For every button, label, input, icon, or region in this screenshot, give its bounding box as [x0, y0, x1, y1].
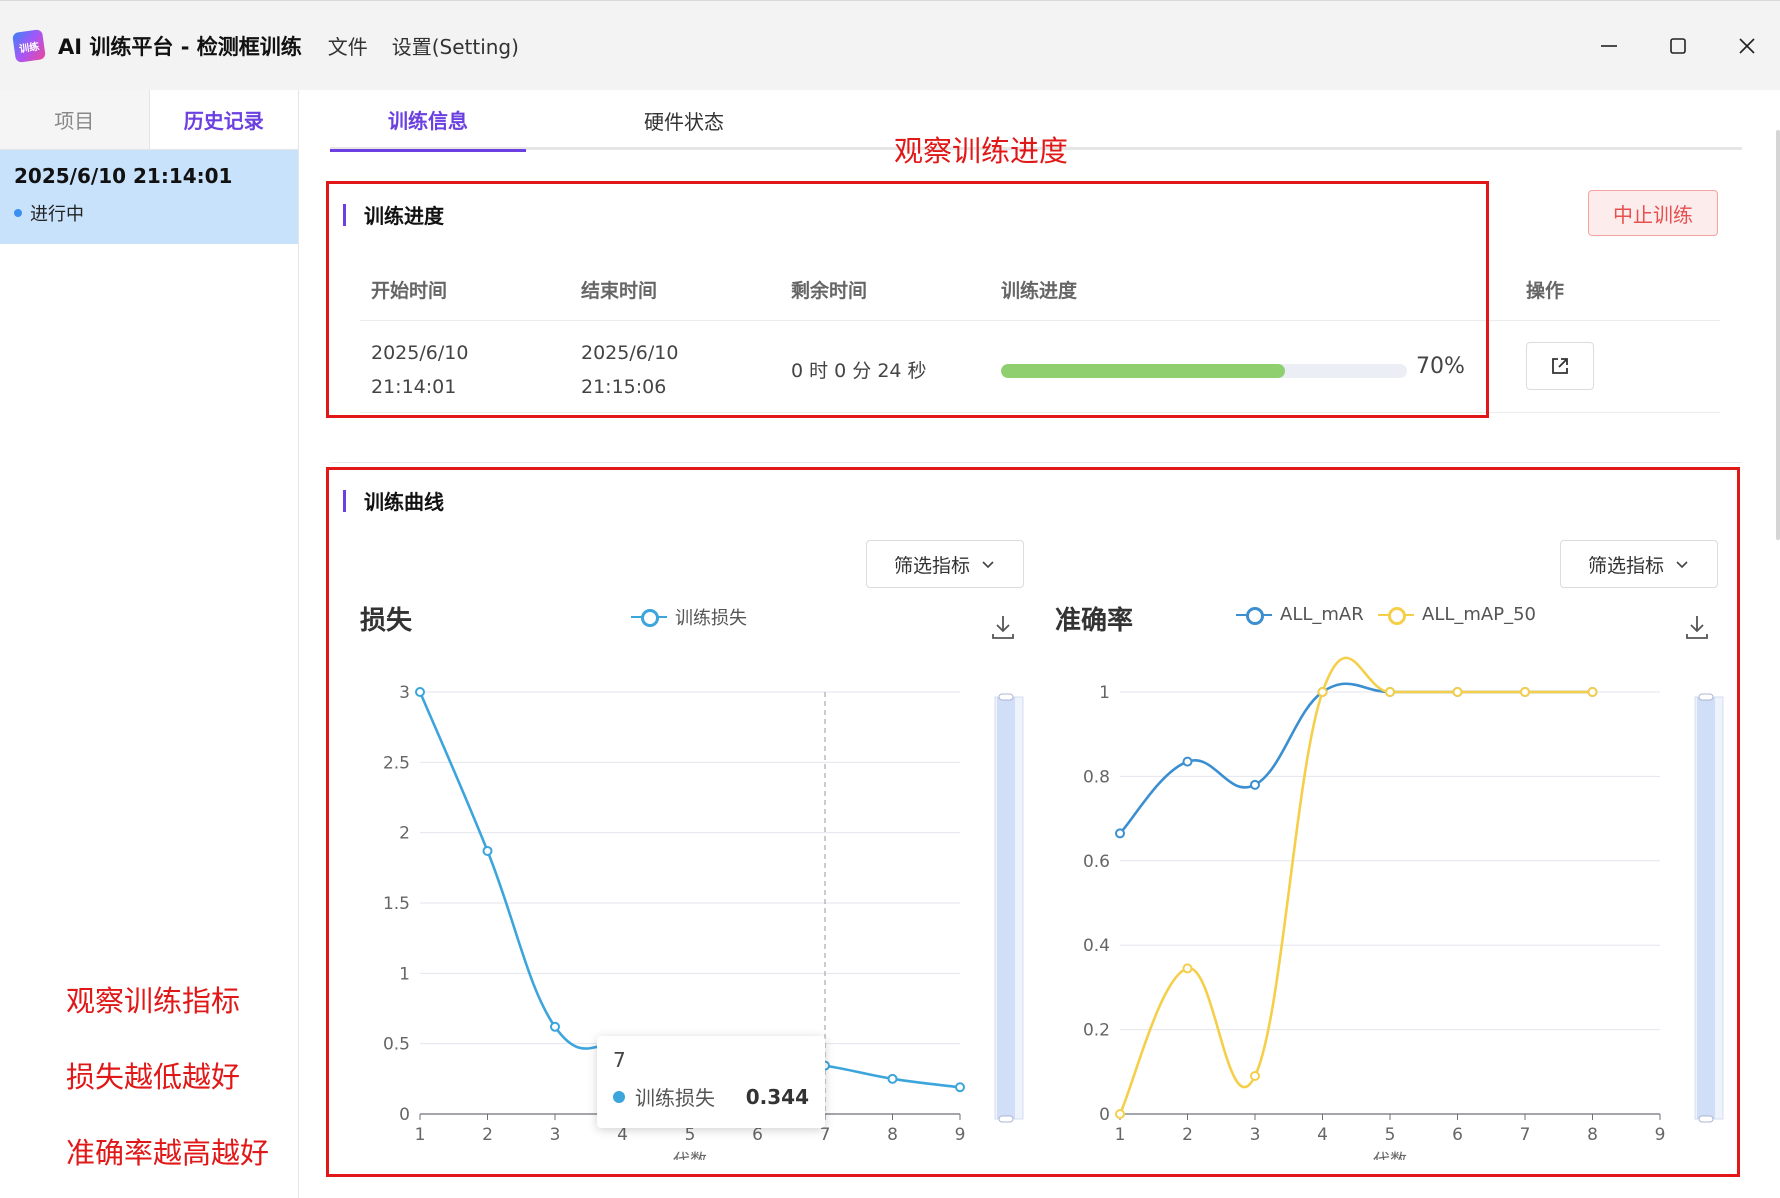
section-divider — [330, 462, 1742, 463]
note-loss-lower-better: 损失越低越好 — [66, 1060, 241, 1094]
note-observe-progress: 观察训练进度 — [894, 134, 1069, 168]
external-link-icon — [1552, 358, 1568, 374]
menu-file[interactable]: 文件 — [328, 31, 368, 60]
app-title: AI 训练平台 - 检测框训练 — [58, 34, 302, 59]
tab-hardware-status[interactable]: 硬件状态 — [586, 90, 782, 150]
sidebar-tab-history[interactable]: 历史记录 — [148, 90, 298, 149]
maximize-icon — [1670, 38, 1686, 54]
maximize-button[interactable] — [1655, 23, 1701, 69]
tab-training-info[interactable]: 训练信息 — [330, 90, 526, 152]
annotation-box-curves — [326, 467, 1740, 1177]
stop-training-button[interactable]: 中止训练 — [1588, 190, 1718, 236]
history-date: 2025/6/10 21:14:01 — [14, 164, 233, 188]
sidebar-tab-projects[interactable]: 项目 — [0, 90, 149, 149]
sidebar: 项目 历史记录 2025/6/10 21:14:01 进行中 观察训练指标 损失… — [0, 90, 299, 1198]
history-item[interactable]: 2025/6/10 21:14:01 进行中 — [0, 150, 298, 244]
app-logo-icon: 训练 — [12, 28, 46, 63]
status-dot-icon — [14, 209, 22, 217]
vertical-scrollbar[interactable] — [1776, 130, 1780, 540]
minimize-icon — [1601, 45, 1617, 47]
menu-setting[interactable]: 设置(Setting) — [392, 31, 519, 60]
col-actions: 操作 — [1526, 280, 1565, 302]
history-status-text: 进行中 — [30, 204, 84, 225]
annotation-box-progress — [326, 181, 1489, 418]
note-observe-metrics: 观察训练指标 — [66, 984, 241, 1018]
close-icon — [1739, 38, 1755, 54]
open-detail-button[interactable] — [1526, 342, 1594, 390]
title-bar: 训练 AI 训练平台 - 检测框训练 文件 设置(Setting) — [0, 0, 1780, 90]
minimize-button[interactable] — [1586, 23, 1632, 69]
close-button[interactable] — [1724, 23, 1770, 69]
sidebar-tabs: 项目 历史记录 — [0, 90, 298, 150]
history-status: 进行中 — [14, 200, 284, 226]
note-accuracy-higher-better: 准确率越高越好 — [66, 1136, 270, 1170]
